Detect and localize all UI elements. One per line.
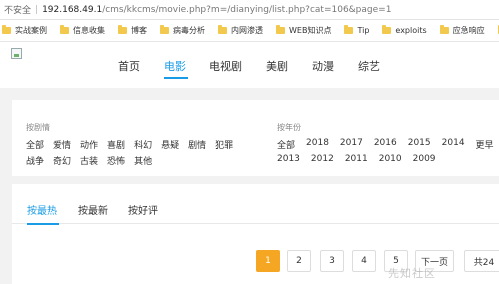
year-row-2: 2013 2012 2011 2010 2009 bbox=[277, 154, 499, 164]
year-option[interactable]: 2016 bbox=[374, 138, 397, 151]
folder-icon bbox=[382, 25, 392, 34]
year-option[interactable]: 2011 bbox=[345, 154, 368, 164]
bookmark-neiwangshentou[interactable]: 内网渗透 bbox=[218, 25, 263, 36]
nav-anime[interactable]: 动漫 bbox=[312, 58, 334, 74]
folder-icon bbox=[218, 25, 227, 34]
nav-us-drama[interactable]: 美剧 bbox=[266, 58, 288, 74]
tab-sort-newest[interactable]: 按最新 bbox=[78, 202, 108, 217]
nav-active-underline bbox=[164, 77, 188, 79]
nav-tv[interactable]: 电视剧 bbox=[209, 58, 242, 74]
genre-option[interactable]: 其他 bbox=[134, 154, 152, 167]
year-option[interactable]: 2014 bbox=[442, 138, 465, 151]
year-option[interactable]: 2018 bbox=[306, 138, 329, 151]
year-option[interactable]: 2017 bbox=[340, 138, 363, 151]
year-option[interactable]: 更早 bbox=[476, 138, 494, 151]
genre-filter: 按剧情 全部 爱情 动作 喜剧 科幻 悬疑 剧情 犯罪 战争 奇幻 古装 恐怖 … bbox=[26, 122, 242, 170]
genre-option[interactable]: 全部 bbox=[26, 138, 44, 151]
bookmark-xinxishouji[interactable]: 信息收集 bbox=[60, 25, 105, 36]
genre-option[interactable]: 恐怖 bbox=[107, 154, 125, 167]
bookmark-web[interactable]: WEB知识点 bbox=[276, 25, 331, 36]
folder-icon bbox=[344, 25, 354, 34]
year-option[interactable]: 2015 bbox=[408, 138, 431, 151]
url-host: 192.168.49.1 bbox=[42, 4, 103, 15]
tab-sort-hottest[interactable]: 按最热 bbox=[27, 202, 57, 217]
bookmark-tip[interactable]: Tip bbox=[344, 25, 369, 35]
watermark: 先知社区 bbox=[388, 267, 436, 280]
total-pages-label: 共24 bbox=[464, 250, 499, 272]
tab-sort-rating[interactable]: 按好评 bbox=[128, 202, 158, 217]
year-option[interactable]: 2010 bbox=[379, 154, 402, 164]
url-text[interactable]: 192.168.49.1/cms/kkcms/movie.php?m=/dian… bbox=[42, 5, 391, 15]
year-option[interactable]: 全部 bbox=[277, 138, 295, 151]
page-1-button[interactable]: 1 bbox=[256, 250, 280, 272]
broken-image-icon bbox=[11, 48, 22, 59]
folder-icon bbox=[60, 25, 69, 34]
nav-movies[interactable]: 电影 bbox=[164, 58, 186, 74]
year-row-1: 全部 2018 2017 2016 2015 2014 更早 bbox=[277, 138, 499, 151]
bookmark-boke[interactable]: 博客 bbox=[118, 25, 147, 36]
genre-option[interactable]: 奇幻 bbox=[53, 154, 71, 167]
year-filter: 按年份 全部 2018 2017 2016 2015 2014 更早 2013 … bbox=[277, 122, 499, 167]
url-path: /cms/kkcms/movie.php?m=/dianying/list.ph… bbox=[102, 4, 392, 15]
genre-option[interactable]: 爱情 bbox=[53, 138, 71, 151]
folder-icon bbox=[118, 25, 127, 34]
genre-row-2: 战争 奇幻 古装 恐怖 其他 bbox=[26, 154, 242, 167]
genre-option[interactable]: 喜剧 bbox=[107, 138, 125, 151]
genre-option[interactable]: 剧情 bbox=[188, 138, 206, 151]
genre-option[interactable]: 悬疑 bbox=[161, 138, 179, 151]
folder-icon bbox=[2, 25, 11, 34]
sort-tab-underline bbox=[27, 223, 59, 225]
genre-filter-title: 按剧情 bbox=[26, 123, 50, 132]
genre-row-1: 全部 爱情 动作 喜剧 科幻 悬疑 剧情 犯罪 bbox=[26, 138, 242, 151]
security-label[interactable]: 不安全 bbox=[4, 3, 31, 16]
page-4-button[interactable]: 4 bbox=[352, 250, 376, 272]
filter-panel: 按剧情 全部 爱情 动作 喜剧 科幻 悬疑 剧情 犯罪 战争 奇幻 古装 恐怖 … bbox=[12, 100, 499, 176]
year-filter-title: 按年份 bbox=[277, 123, 301, 132]
nav-variety[interactable]: 综艺 bbox=[358, 58, 380, 74]
bookmark-yingjixiangying[interactable]: 应急响应 bbox=[439, 25, 485, 36]
nav-home[interactable]: 首页 bbox=[118, 58, 140, 74]
bookmark-bingdufenxi[interactable]: 病毒分析 bbox=[160, 25, 205, 36]
site-nav: 首页 电影 电视剧 美剧 动漫 综艺 bbox=[0, 42, 499, 88]
address-separator: | bbox=[35, 4, 39, 15]
folder-icon bbox=[439, 25, 449, 34]
page-2-button[interactable]: 2 bbox=[287, 250, 311, 272]
address-bar[interactable]: 不安全 | 192.168.49.1/cms/kkcms/movie.php?m… bbox=[0, 0, 499, 20]
folder-icon bbox=[160, 25, 169, 34]
bookmark-shizhananli[interactable]: 实战案例 bbox=[2, 25, 47, 36]
genre-option[interactable]: 犯罪 bbox=[215, 138, 233, 151]
genre-option[interactable]: 科幻 bbox=[134, 138, 152, 151]
page-3-button[interactable]: 3 bbox=[320, 250, 344, 272]
year-option[interactable]: 2012 bbox=[311, 154, 334, 164]
bookmark-exploits[interactable]: exploits bbox=[382, 25, 427, 35]
genre-option[interactable]: 战争 bbox=[26, 154, 44, 167]
sort-tabs: 按最热 按最新 按好评 bbox=[12, 202, 499, 225]
folder-icon bbox=[276, 25, 285, 34]
bookmarks-bar: 实战案例 信息收集 博客 病毒分析 内网渗透 WEB知识点 Tip exploi… bbox=[0, 20, 499, 42]
year-option[interactable]: 2013 bbox=[277, 154, 300, 164]
year-option[interactable]: 2009 bbox=[413, 154, 436, 164]
genre-option[interactable]: 动作 bbox=[80, 138, 98, 151]
genre-option[interactable]: 古装 bbox=[80, 154, 98, 167]
